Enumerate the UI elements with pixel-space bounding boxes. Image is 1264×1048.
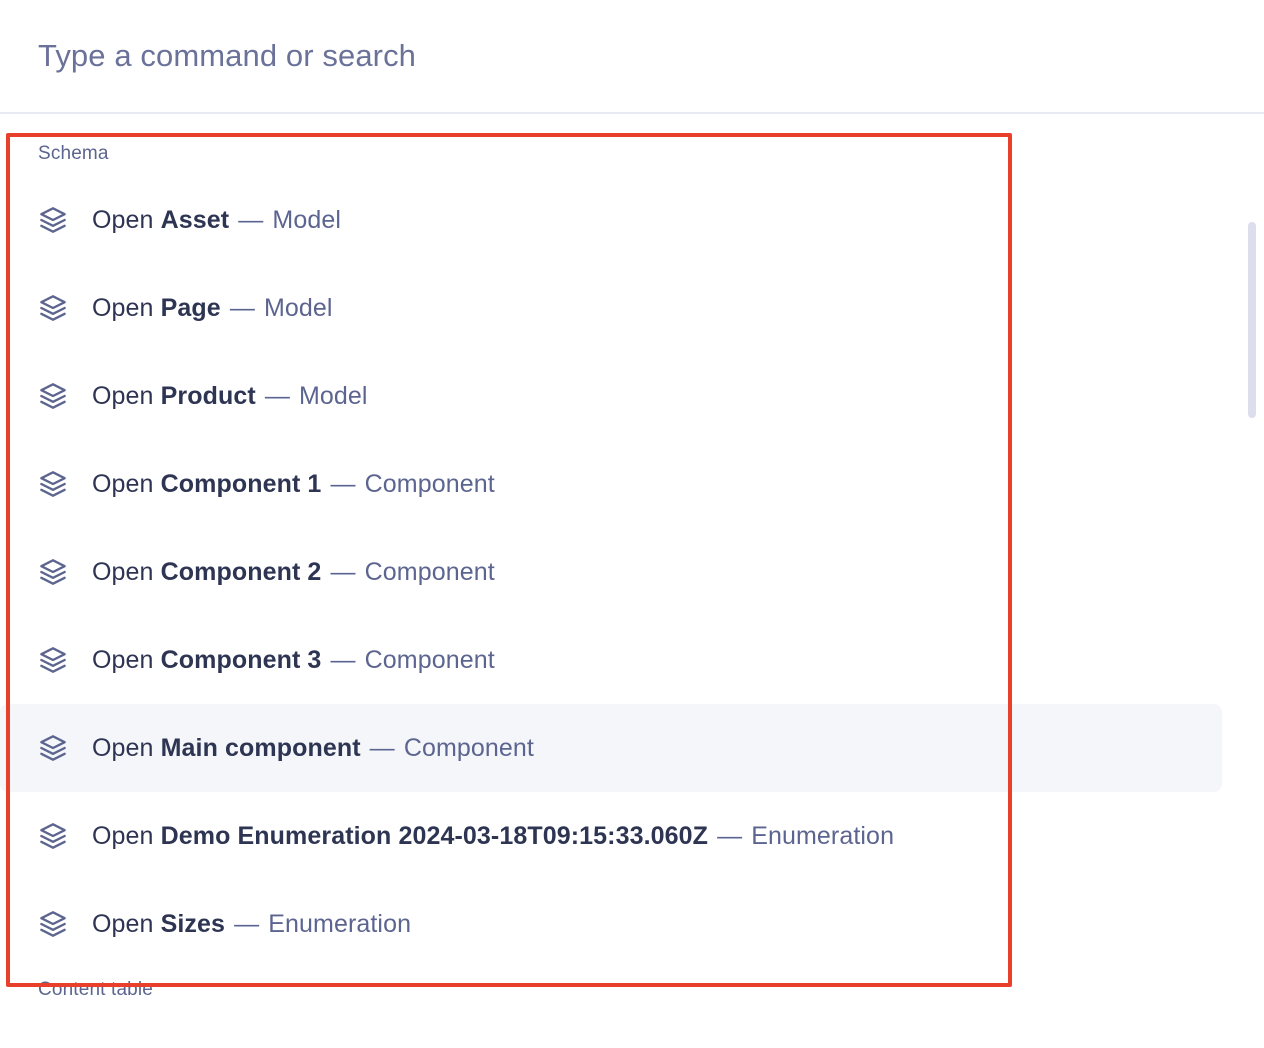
result-row-name: Component 2	[161, 558, 322, 586]
result-row-verb: Open	[92, 558, 154, 586]
layers-icon	[38, 205, 68, 235]
result-row[interactable]: Open Component 2 — Component	[0, 528, 1222, 616]
result-row-name: Page	[161, 294, 221, 322]
result-row-kind: Enumeration	[751, 822, 894, 850]
result-row-name: Product	[161, 382, 256, 410]
layers-icon	[38, 645, 68, 675]
command-palette: SchemaOpen Asset — ModelOpen Page — Mode…	[0, 0, 1264, 1048]
result-row[interactable]: Open Main component — Component	[0, 704, 1222, 792]
result-row-separator: —	[328, 558, 357, 586]
result-row-separator: —	[232, 910, 261, 938]
layers-icon	[38, 909, 68, 939]
result-row-separator: —	[368, 734, 397, 762]
result-row-text: Open Asset — Model	[92, 205, 341, 235]
result-row-text: Open Page — Model	[92, 293, 333, 323]
result-row-kind: Component	[365, 646, 495, 674]
result-row-separator: —	[236, 206, 265, 234]
result-row-kind: Model	[299, 382, 368, 410]
result-row[interactable]: Open Asset — Model	[0, 176, 1222, 264]
result-row[interactable]: Open Component 3 — Component	[0, 616, 1222, 704]
layers-icon	[38, 733, 68, 763]
layers-icon	[38, 557, 68, 587]
layers-icon	[38, 381, 68, 411]
result-row-verb: Open	[92, 822, 154, 850]
result-row-name: Asset	[161, 206, 230, 234]
result-row-kind: Component	[404, 734, 534, 762]
layers-icon	[38, 821, 68, 851]
result-row-kind: Model	[264, 294, 333, 322]
result-row-name: Component 3	[161, 646, 322, 674]
result-row-kind: Enumeration	[268, 910, 411, 938]
result-row-kind: Component	[365, 470, 495, 498]
results-list: SchemaOpen Asset — ModelOpen Page — Mode…	[0, 114, 1264, 1012]
result-row-verb: Open	[92, 646, 154, 674]
result-row-separator: —	[715, 822, 744, 850]
result-row-verb: Open	[92, 294, 154, 322]
result-row-verb: Open	[92, 382, 154, 410]
result-row-text: Open Product — Model	[92, 381, 368, 411]
results-scrollbar[interactable]	[1247, 114, 1257, 1048]
result-row-kind: Component	[365, 558, 495, 586]
result-row-verb: Open	[92, 206, 154, 234]
result-row-text: Open Main component — Component	[92, 733, 534, 763]
results-scrollbar-thumb[interactable]	[1248, 222, 1256, 418]
results-scroll-area[interactable]: SchemaOpen Asset — ModelOpen Page — Mode…	[0, 114, 1264, 1048]
result-row-verb: Open	[92, 734, 154, 762]
layers-icon	[38, 293, 68, 323]
result-row-separator: —	[328, 646, 357, 674]
result-row-name: Sizes	[161, 910, 225, 938]
command-palette-header	[0, 0, 1264, 114]
result-row-text: Open Component 1 — Component	[92, 469, 495, 499]
result-row[interactable]: Open Demo Enumeration 2024-03-18T09:15:3…	[0, 792, 1222, 880]
result-row-text: Open Demo Enumeration 2024-03-18T09:15:3…	[92, 821, 894, 851]
result-row-text: Open Component 2 — Component	[92, 557, 495, 587]
result-row-separator: —	[328, 470, 357, 498]
result-row[interactable]: Open Page — Model	[0, 264, 1222, 352]
result-row-name: Component 1	[161, 470, 322, 498]
layers-icon	[38, 469, 68, 499]
result-row-name: Main component	[161, 734, 361, 762]
search-input[interactable]	[38, 38, 1226, 74]
result-row-separator: —	[263, 382, 292, 410]
result-row-text: Open Component 3 — Component	[92, 645, 495, 675]
results-group-items: Open Asset — ModelOpen Page — ModelOpen …	[0, 176, 1264, 968]
result-row-verb: Open	[92, 470, 154, 498]
result-row[interactable]: Open Component 1 — Component	[0, 440, 1222, 528]
result-row[interactable]: Open Sizes — Enumeration	[0, 880, 1222, 968]
result-row[interactable]: Open Product — Model	[0, 352, 1222, 440]
results-group-label: Content table	[0, 968, 1264, 1012]
result-row-name: Demo Enumeration 2024-03-18T09:15:33.060…	[161, 822, 708, 850]
results-group-label: Schema	[0, 132, 1264, 176]
result-row-verb: Open	[92, 910, 154, 938]
result-row-kind: Model	[272, 206, 341, 234]
result-row-text: Open Sizes — Enumeration	[92, 909, 411, 939]
result-row-separator: —	[228, 294, 257, 322]
